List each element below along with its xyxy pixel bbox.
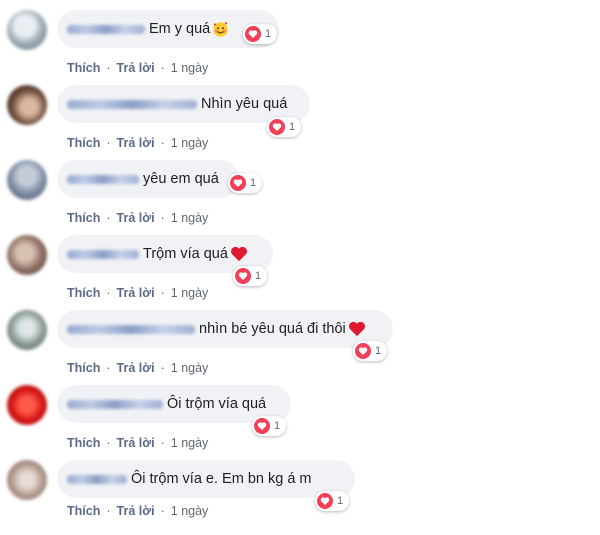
comment-text: nhìn bé yêu quá đi thôi — [199, 321, 346, 337]
reaction-count: 1 — [274, 420, 281, 432]
avatar[interactable] — [7, 385, 47, 425]
like-link[interactable]: Thích — [67, 361, 100, 375]
separator-dot: · — [160, 361, 165, 375]
avatar[interactable] — [7, 310, 47, 350]
heart-reaction-icon — [355, 343, 371, 359]
comment-item: Em y quá 1 Thích · Trả lời · 1 ngày — [0, 10, 600, 85]
separator-dot: · — [106, 286, 111, 300]
comment-text: Ôi trộm vía e. Em bn kg á m — [131, 471, 312, 487]
timestamp[interactable]: 1 ngày — [171, 286, 209, 300]
smiling-face-with-hearts-icon — [212, 21, 229, 38]
avatar[interactable] — [7, 85, 47, 125]
reaction-count: 1 — [289, 121, 296, 133]
author-name-blurred[interactable] — [67, 399, 163, 409]
comment-bubble: yêu em quá — [57, 160, 239, 198]
comment-actions: Thích · Trả lời · 1 ngày — [67, 286, 208, 300]
timestamp[interactable]: 1 ngày — [171, 211, 209, 225]
reaction-badge[interactable]: 1 — [252, 416, 287, 436]
comment-bubble: Ôi trộm vía e. Em bn kg á m — [57, 460, 355, 498]
reaction-badge[interactable]: 1 — [315, 491, 350, 511]
comment-text: yêu em quá — [143, 171, 219, 187]
separator-dot: · — [106, 504, 111, 518]
separator-dot: · — [160, 211, 165, 225]
comment-actions: Thích · Trả lời · 1 ngày — [67, 504, 208, 518]
reaction-badge[interactable]: 1 — [228, 173, 263, 193]
like-link[interactable]: Thích — [67, 136, 100, 150]
reaction-count: 1 — [255, 270, 262, 282]
timestamp[interactable]: 1 ngày — [171, 436, 209, 450]
timestamp[interactable]: 1 ngày — [171, 61, 209, 75]
comment-item: Ôi trộm vía quá 1 Thích · Trả lời · 1 ng… — [0, 385, 600, 460]
comment-actions: Thích · Trả lời · 1 ngày — [67, 61, 208, 75]
heart-reaction-icon — [245, 26, 261, 42]
separator-dot: · — [160, 136, 165, 150]
separator-dot: · — [106, 136, 111, 150]
comment-item: Nhìn yêu quá 1 Thích · Trả lời · 1 ngày — [0, 85, 600, 160]
heart-reaction-icon — [317, 493, 333, 509]
reaction-badge[interactable]: 1 — [267, 117, 302, 137]
author-name-blurred[interactable] — [67, 24, 145, 34]
like-link[interactable]: Thích — [67, 436, 100, 450]
reaction-badge[interactable]: 1 — [233, 266, 268, 286]
reaction-badge[interactable]: 1 — [353, 341, 388, 361]
separator-dot: · — [160, 436, 165, 450]
comment-item: Ôi trộm vía e. Em bn kg á m 1 Thích · Tr… — [0, 460, 600, 535]
reaction-count: 1 — [375, 345, 382, 357]
reaction-count: 1 — [250, 177, 257, 189]
comment-bubble: nhìn bé yêu quá đi thôi — [57, 310, 393, 348]
reaction-badge[interactable]: 1 — [243, 24, 278, 44]
timestamp[interactable]: 1 ngày — [171, 136, 209, 150]
comment-actions: Thích · Trả lời · 1 ngày — [67, 436, 208, 450]
heart-reaction-icon — [230, 175, 246, 191]
comment-item: Trộm vía quá 1 Thích · Trả lời · 1 ngày — [0, 235, 600, 310]
author-name-blurred[interactable] — [67, 249, 139, 259]
reply-link[interactable]: Trả lời — [117, 286, 155, 300]
like-link[interactable]: Thích — [67, 504, 100, 518]
author-name-blurred[interactable] — [67, 99, 197, 109]
reply-link[interactable]: Trả lời — [117, 61, 155, 75]
comment-item: yêu em quá 1 Thích · Trả lời · 1 ngày — [0, 160, 600, 235]
red-heart-icon — [230, 246, 248, 262]
separator-dot: · — [106, 211, 111, 225]
timestamp[interactable]: 1 ngày — [171, 361, 209, 375]
author-name-blurred[interactable] — [67, 474, 127, 484]
reply-link[interactable]: Trả lời — [117, 211, 155, 225]
avatar[interactable] — [7, 235, 47, 275]
heart-reaction-icon — [235, 268, 251, 284]
heart-reaction-icon — [269, 119, 285, 135]
avatar[interactable] — [7, 460, 47, 500]
like-link[interactable]: Thích — [67, 286, 100, 300]
reply-link[interactable]: Trả lời — [117, 361, 155, 375]
like-link[interactable]: Thích — [67, 61, 100, 75]
reaction-count: 1 — [337, 495, 344, 507]
heart-reaction-icon — [254, 418, 270, 434]
separator-dot: · — [106, 361, 111, 375]
comment-actions: Thích · Trả lời · 1 ngày — [67, 211, 208, 225]
comment-text: Em y quá — [149, 21, 211, 37]
comment-text: Trộm vía quá — [143, 246, 228, 262]
red-heart-icon — [348, 321, 366, 337]
author-name-blurred[interactable] — [67, 324, 195, 334]
separator-dot: · — [160, 504, 165, 518]
reply-link[interactable]: Trả lời — [117, 436, 155, 450]
separator-dot: · — [106, 436, 111, 450]
timestamp[interactable]: 1 ngày — [171, 504, 209, 518]
comment-actions: Thích · Trả lời · 1 ngày — [67, 361, 208, 375]
comment-item: nhìn bé yêu quá đi thôi 1 Thích · Trả lờ… — [0, 310, 600, 385]
comment-actions: Thích · Trả lời · 1 ngày — [67, 136, 208, 150]
reply-link[interactable]: Trả lời — [117, 504, 155, 518]
avatar[interactable] — [7, 160, 47, 200]
reply-link[interactable]: Trả lời — [117, 136, 155, 150]
comment-text: Ôi trộm vía quá — [167, 396, 267, 412]
separator-dot: · — [160, 286, 165, 300]
author-name-blurred[interactable] — [67, 174, 139, 184]
avatar[interactable] — [7, 10, 47, 50]
separator-dot: · — [106, 61, 111, 75]
reaction-count: 1 — [265, 28, 272, 40]
separator-dot: · — [160, 61, 165, 75]
like-link[interactable]: Thích — [67, 211, 100, 225]
comment-text: Nhìn yêu quá — [201, 96, 288, 112]
